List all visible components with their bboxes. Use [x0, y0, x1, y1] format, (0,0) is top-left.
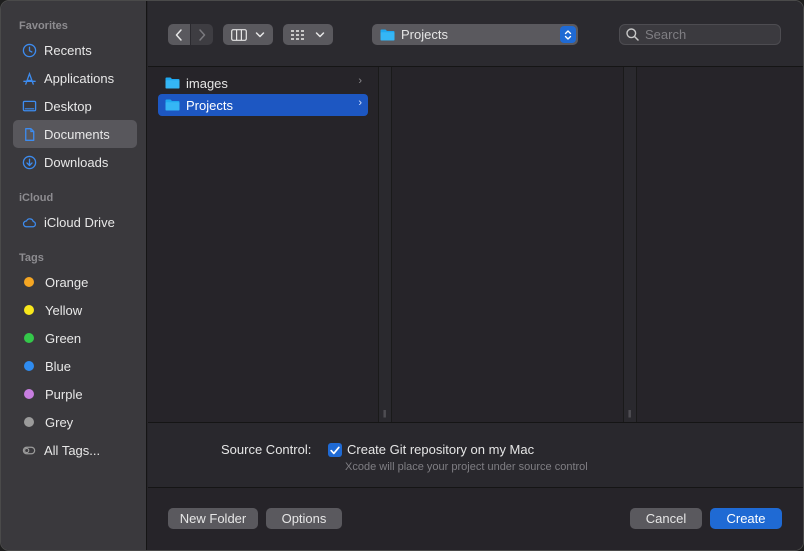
grid-icon [291, 29, 304, 40]
sidebar-item-label: Applications [44, 70, 115, 86]
sidebar-item-label: Downloads [44, 154, 109, 170]
columns-view-icon [231, 28, 247, 41]
tag-color-dot [24, 333, 34, 343]
resize-grip-icon: || [383, 409, 386, 418]
sidebar-item-label: iCloud Drive [44, 214, 115, 230]
folder-icon [380, 29, 395, 40]
sidebar-item-label: Purple [45, 386, 83, 402]
options-button[interactable]: Options [266, 508, 342, 529]
list-item-projects[interactable]: Projects › [158, 94, 368, 116]
tag-color-dot [24, 305, 34, 315]
download-icon [21, 154, 37, 170]
options-panel: Source Control: Create Git repository on… [148, 422, 803, 488]
tag-color-dot [24, 361, 34, 371]
sidebar-tag-yellow[interactable]: Yellow [13, 296, 137, 324]
column-browser: images › Projects › || || [148, 67, 803, 422]
sidebar-item-label: All Tags... [44, 442, 101, 458]
main-panel: Projects images › Projects [148, 1, 803, 550]
back-button[interactable] [168, 24, 190, 45]
source-control-hint: Xcode will place your project under sour… [345, 461, 588, 473]
sidebar-item-label: Blue [45, 358, 72, 374]
column-resize-handle[interactable]: || [623, 67, 637, 422]
sidebar-tag-orange[interactable]: Orange [13, 268, 137, 296]
search-field[interactable] [619, 24, 781, 45]
group-items-button[interactable] [283, 24, 333, 45]
clock-icon [21, 42, 37, 58]
sidebar-tag-green[interactable]: Green [13, 324, 137, 352]
checkmark-icon [330, 446, 340, 454]
list-item-label: images [186, 75, 228, 91]
sidebar-item-icloud-drive[interactable]: iCloud Drive [13, 208, 137, 236]
applications-icon [21, 70, 37, 86]
favorites-header: Favorites [19, 20, 68, 32]
sidebar-item-label: Grey [45, 414, 74, 430]
sidebar-item-all-tags[interactable]: All Tags... [13, 436, 137, 464]
button-bar: New Folder Options Cancel Create [148, 489, 803, 550]
document-icon [21, 126, 37, 142]
view-mode-columns-button[interactable] [223, 24, 273, 45]
browser-column: images › Projects › [148, 67, 378, 422]
git-repo-checkbox[interactable] [328, 443, 342, 457]
chevron-down-icon [255, 31, 265, 37]
cloud-icon [21, 214, 37, 230]
sidebar-tag-blue[interactable]: Blue [13, 352, 137, 380]
tag-color-dot [24, 389, 34, 399]
desktop-icon [21, 98, 37, 114]
chevron-right-icon: › [358, 97, 362, 109]
sidebar-item-label: Green [45, 330, 82, 346]
folder-icon [165, 99, 180, 111]
sidebar-item-recents[interactable]: Recents [13, 36, 137, 64]
save-dialog: Favorites Recents Applications Desktop D… [0, 0, 804, 551]
tags-header: Tags [19, 252, 44, 264]
chevron-right-icon: › [358, 75, 362, 87]
location-popup-label: Projects [401, 27, 448, 42]
chevron-right-icon [199, 28, 206, 41]
column-resize-handle[interactable]: || [378, 67, 392, 422]
search-input[interactable] [645, 27, 775, 42]
folder-icon [165, 77, 180, 89]
tag-color-dot [24, 277, 34, 287]
tag-color-dot [24, 417, 34, 427]
updown-chevron-icon [560, 26, 576, 43]
icloud-header: iCloud [19, 192, 54, 204]
sidebar-item-label: Yellow [45, 302, 83, 318]
list-item-images[interactable]: images › [158, 72, 368, 94]
toolbar: Projects [148, 1, 803, 67]
new-folder-button[interactable]: New Folder [168, 508, 258, 529]
sidebar-item-desktop[interactable]: Desktop [13, 92, 137, 120]
list-item-label: Projects [186, 97, 233, 113]
sidebar-item-label: Documents [44, 126, 110, 142]
git-repo-checkbox-label[interactable]: Create Git repository on my Mac [347, 442, 534, 457]
source-control-label: Source Control: [221, 442, 312, 457]
sidebar-tag-purple[interactable]: Purple [13, 380, 137, 408]
resize-grip-icon: || [628, 409, 631, 418]
tags-icon [21, 442, 37, 458]
create-button[interactable]: Create [710, 508, 782, 529]
sidebar-item-downloads[interactable]: Downloads [13, 148, 137, 176]
sidebar-item-documents[interactable]: Documents [13, 120, 137, 148]
sidebar-item-label: Recents [44, 42, 92, 58]
sidebar-item-label: Desktop [44, 98, 92, 114]
sidebar-item-label: Orange [45, 274, 89, 290]
sidebar: Favorites Recents Applications Desktop D… [1, 1, 147, 550]
sidebar-item-applications[interactable]: Applications [13, 64, 137, 92]
search-icon [626, 28, 639, 41]
chevron-down-icon [315, 31, 325, 37]
sidebar-tag-grey[interactable]: Grey [13, 408, 137, 436]
cancel-button[interactable]: Cancel [630, 508, 702, 529]
location-popup[interactable]: Projects [372, 24, 578, 45]
forward-button[interactable] [191, 24, 213, 45]
chevron-left-icon [175, 28, 182, 41]
